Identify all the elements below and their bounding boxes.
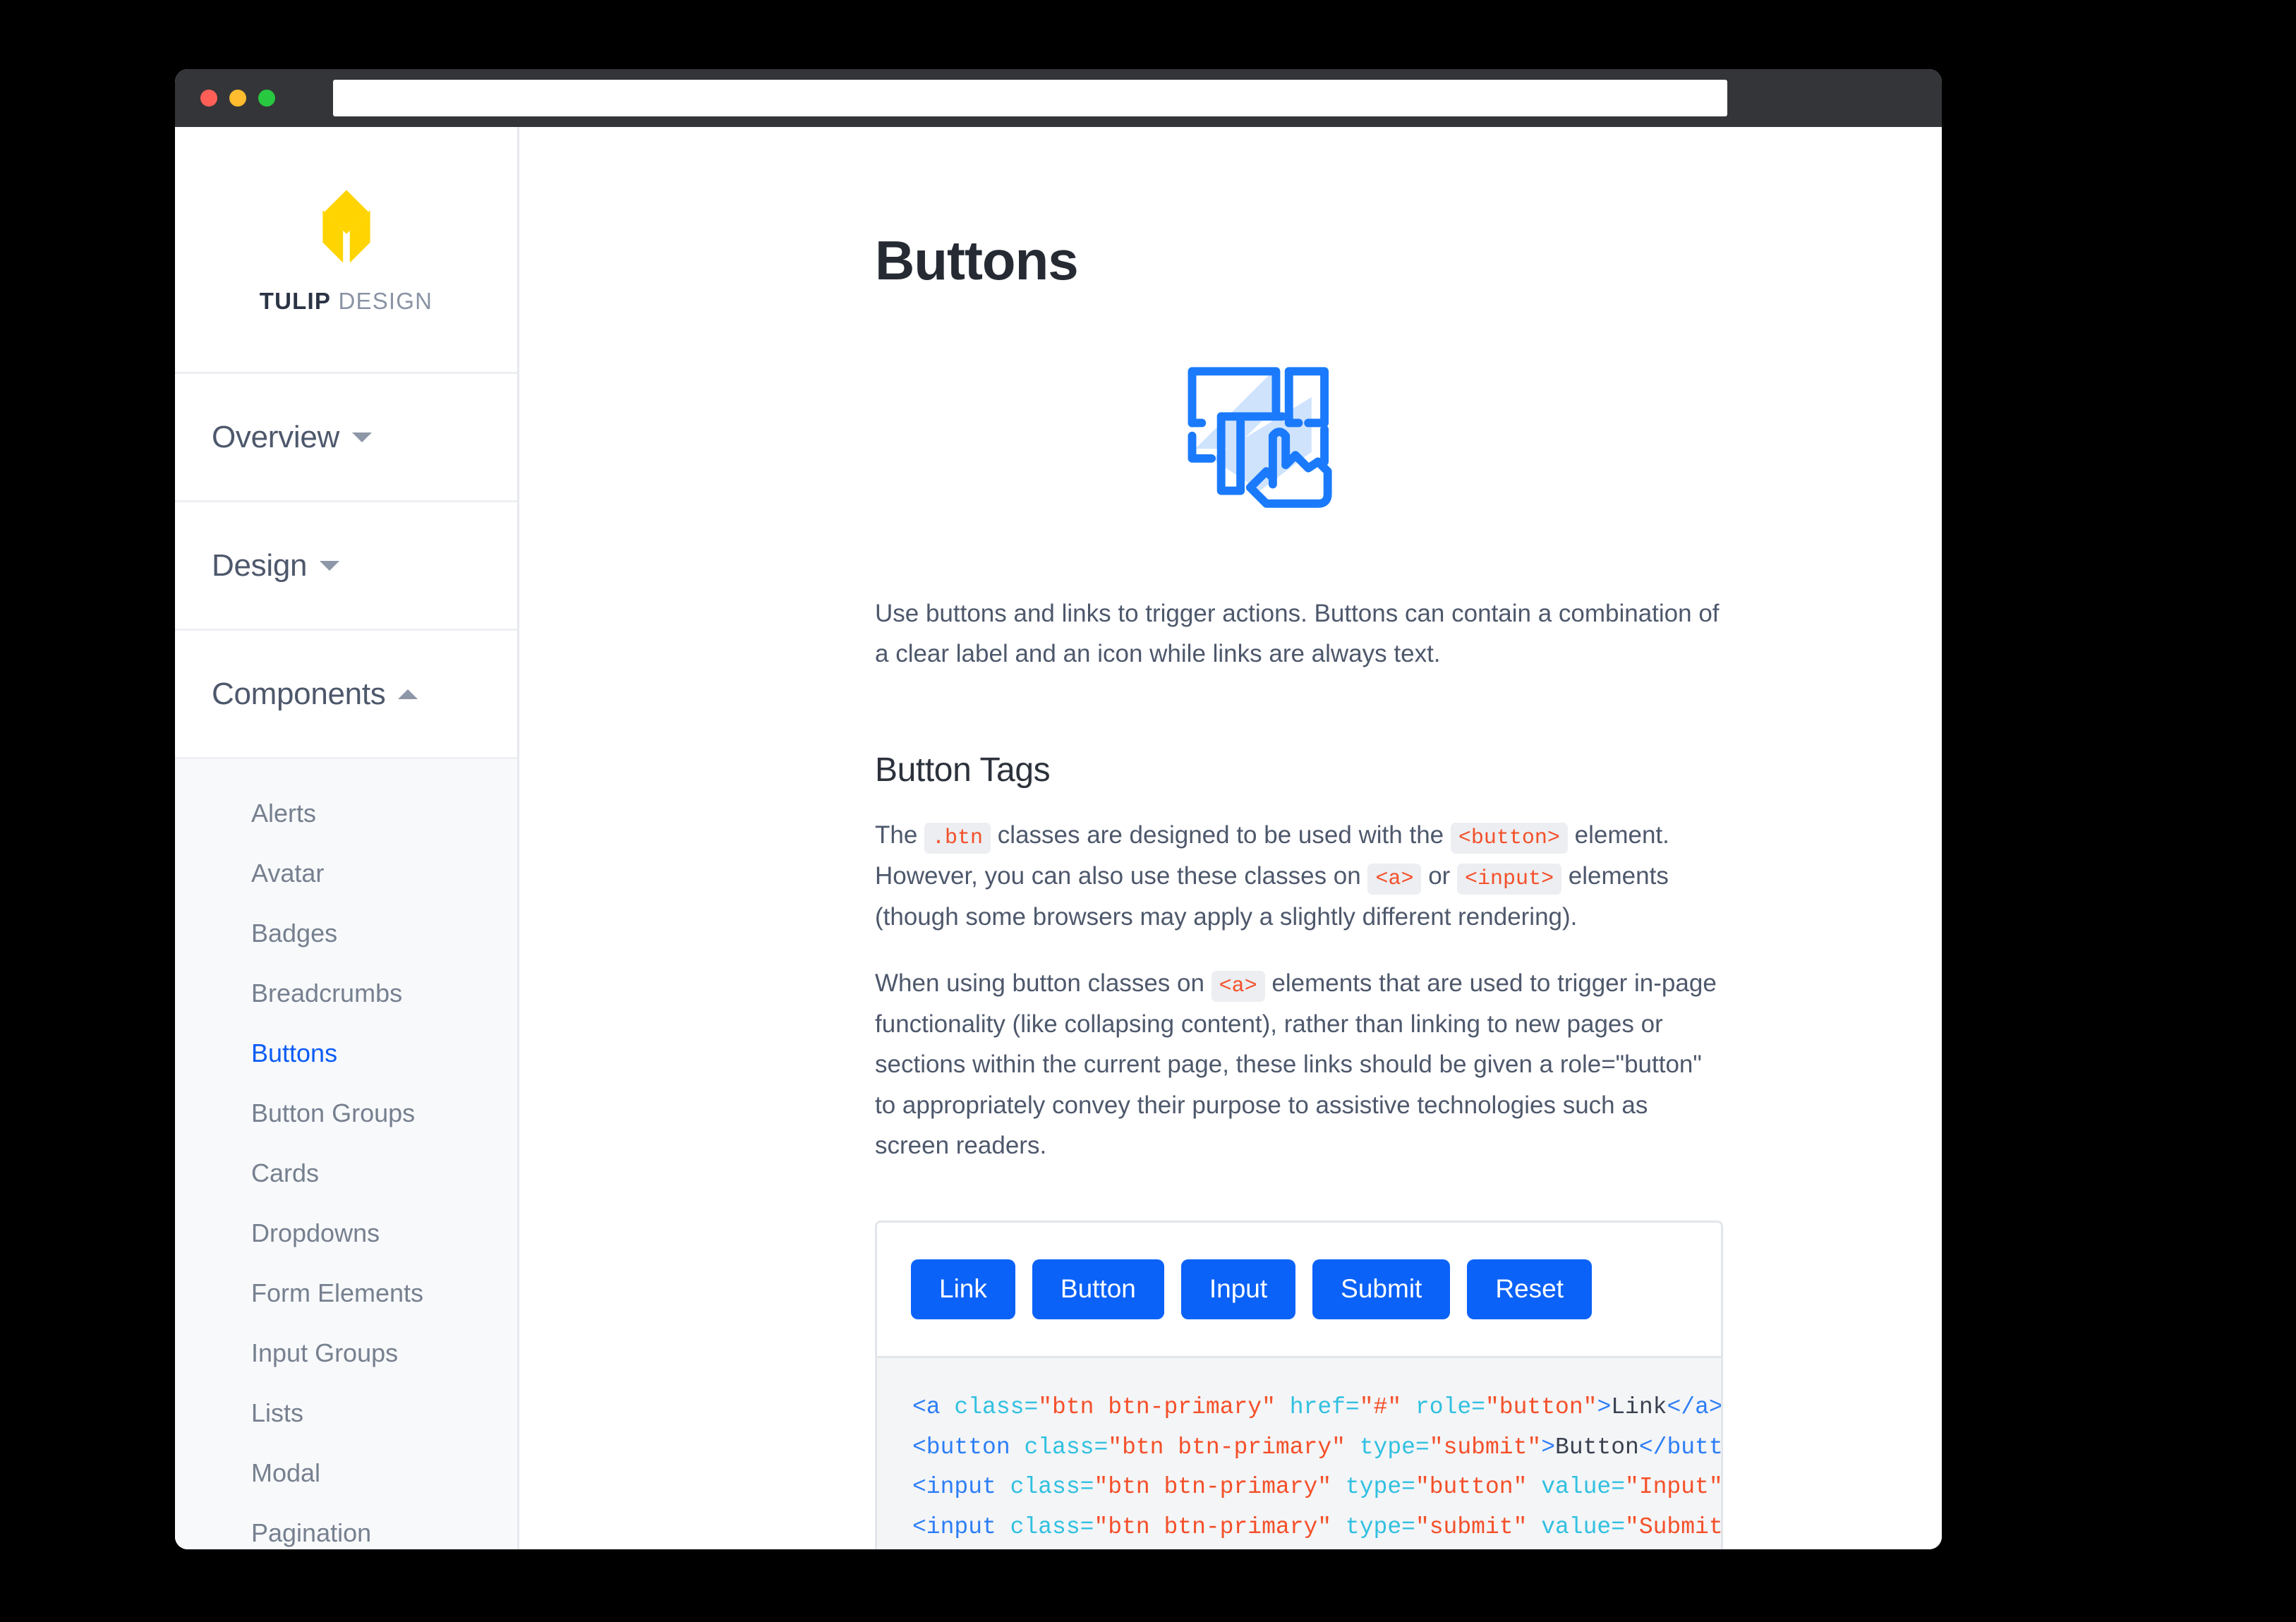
hero-illustration (875, 358, 1723, 510)
sidebar-components-list: Alerts Avatar Badges Breadcrumbs Buttons… (175, 759, 517, 1549)
code-token: </button> (1638, 1434, 1721, 1460)
code-token: <button (912, 1434, 1025, 1460)
code-token: "Input" (1625, 1474, 1721, 1501)
code-token: "btn btn-primary" (1094, 1514, 1346, 1541)
code-token: value= (1541, 1474, 1626, 1501)
intro-paragraph: Use buttons and links to trigger actions… (875, 600, 1720, 668)
sidebar-section-overview[interactable]: Overview (175, 374, 517, 502)
sidebar-item-buttons[interactable]: Buttons (175, 1023, 517, 1083)
tulip-logo-icon (322, 189, 370, 262)
demo-button-button[interactable]: Button (1032, 1259, 1164, 1319)
code-token: "Submit" (1625, 1514, 1721, 1541)
code-token: href= (1289, 1393, 1360, 1420)
code-token: > (1541, 1434, 1556, 1460)
zoom-window-button[interactable] (258, 90, 275, 107)
sidebar-section-components-label: Components (212, 676, 386, 711)
address-bar-input[interactable] (333, 80, 1727, 116)
code-btn-class: .btn (924, 822, 991, 854)
text-fragment: classes are designed to be used with the (991, 821, 1451, 849)
text-fragment: elements that are used to trigger in-pag… (875, 969, 1717, 1159)
chevron-up-icon (398, 689, 418, 699)
sidebar-item-alerts[interactable]: Alerts (175, 783, 517, 843)
code-token: <a (912, 1393, 955, 1420)
chevron-down-icon (320, 560, 340, 571)
chevron-down-icon (351, 432, 372, 442)
text-fragment: When using button classes on (875, 969, 1212, 997)
code-button-tag: <button> (1450, 822, 1568, 854)
code-token: "btn btn-primary" (1094, 1474, 1346, 1501)
main-content: Buttons Use buttons and links to trigger… (519, 127, 1942, 1549)
sidebar-item-breadcrumbs[interactable]: Breadcrumbs (175, 963, 517, 1023)
code-token: "button" (1415, 1474, 1542, 1501)
code-token: <input (912, 1514, 1010, 1541)
buttons-click-illustration-icon (1188, 367, 1332, 508)
sidebar-item-lists[interactable]: Lists (175, 1383, 517, 1443)
code-token: value= (1541, 1514, 1626, 1541)
code-token: class= (1024, 1434, 1108, 1460)
code-token: type= (1345, 1474, 1415, 1501)
sidebar-item-modal[interactable]: Modal (175, 1443, 517, 1503)
code-token: class= (1010, 1514, 1094, 1541)
demo-submit-button[interactable]: Submit (1312, 1259, 1451, 1319)
traffic-lights (200, 90, 275, 107)
button-tags-paragraph-1: The .btn classes are designed to be used… (875, 815, 1723, 938)
sidebar-item-button-groups[interactable]: Button Groups (175, 1083, 517, 1143)
code-token: "submit" (1429, 1434, 1542, 1460)
code-token: "btn btn-primary" (1108, 1434, 1360, 1460)
sidebar-item-input-groups[interactable]: Input Groups (175, 1323, 517, 1383)
code-token: class= (954, 1393, 1039, 1420)
browser-window: TULIP DESIGN Overview Design Components … (175, 69, 1942, 1549)
sidebar-item-dropdowns[interactable]: Dropdowns (175, 1203, 517, 1263)
brand-name: TULIP DESIGN (260, 288, 433, 315)
sidebar-item-cards[interactable]: Cards (175, 1143, 517, 1203)
code-token: role= (1415, 1393, 1485, 1420)
sidebar-item-badges[interactable]: Badges (175, 903, 517, 963)
close-window-button[interactable] (200, 90, 217, 107)
sidebar-item-form-elements[interactable]: Form Elements (175, 1263, 517, 1323)
sidebar-section-components[interactable]: Components (175, 631, 517, 759)
code-input-tag: <input> (1457, 863, 1562, 895)
example-card: Link Button Input Submit Reset <a class=… (875, 1221, 1723, 1549)
code-token: <input (912, 1474, 1010, 1501)
sidebar-section-overview-label: Overview (212, 419, 339, 454)
sidebar-item-avatar[interactable]: Avatar (175, 843, 517, 903)
text-fragment: or (1421, 861, 1458, 890)
browser-titlebar (175, 69, 1942, 127)
code-token: Button (1555, 1434, 1639, 1460)
sidebar: TULIP DESIGN Overview Design Components … (175, 127, 519, 1549)
code-token: "#" (1359, 1393, 1415, 1420)
code-anchor-tag: <a> (1367, 863, 1422, 895)
code-anchor-tag: <a> (1211, 970, 1265, 1002)
code-token: "btn btn-primary" (1038, 1393, 1290, 1420)
button-tags-paragraph-2: When using button classes on <a> element… (875, 963, 1723, 1166)
demo-link-button[interactable]: Link (911, 1259, 1015, 1319)
brand-block[interactable]: TULIP DESIGN (175, 127, 517, 374)
code-token: "submit" (1415, 1514, 1542, 1541)
code-token: Link (1611, 1393, 1667, 1420)
code-token: </a> (1667, 1393, 1721, 1420)
example-preview: Link Button Input Submit Reset (877, 1223, 1721, 1356)
window-body: TULIP DESIGN Overview Design Components … (175, 127, 1942, 1549)
brand-name-secondary: DESIGN (331, 287, 433, 314)
brand-name-primary: TULIP (259, 287, 332, 314)
text-fragment: The (875, 821, 925, 849)
example-code-block: <a class="btn btn-primary" href="#" role… (877, 1355, 1721, 1549)
code-token: class= (1010, 1474, 1094, 1501)
sidebar-item-pagination[interactable]: Pagination (175, 1503, 517, 1549)
demo-input-button[interactable]: Input (1180, 1259, 1296, 1319)
section-heading-button-tags: Button Tags (875, 751, 1051, 789)
code-token: > (1597, 1393, 1612, 1420)
code-token: type= (1345, 1514, 1415, 1541)
minimize-window-button[interactable] (229, 90, 246, 107)
code-token: "button" (1485, 1393, 1597, 1420)
sidebar-section-design[interactable]: Design (175, 502, 517, 631)
sidebar-section-design-label: Design (212, 547, 308, 583)
page-title: Buttons (875, 229, 1079, 291)
code-token: type= (1359, 1434, 1430, 1460)
demo-reset-button[interactable]: Reset (1467, 1259, 1592, 1319)
